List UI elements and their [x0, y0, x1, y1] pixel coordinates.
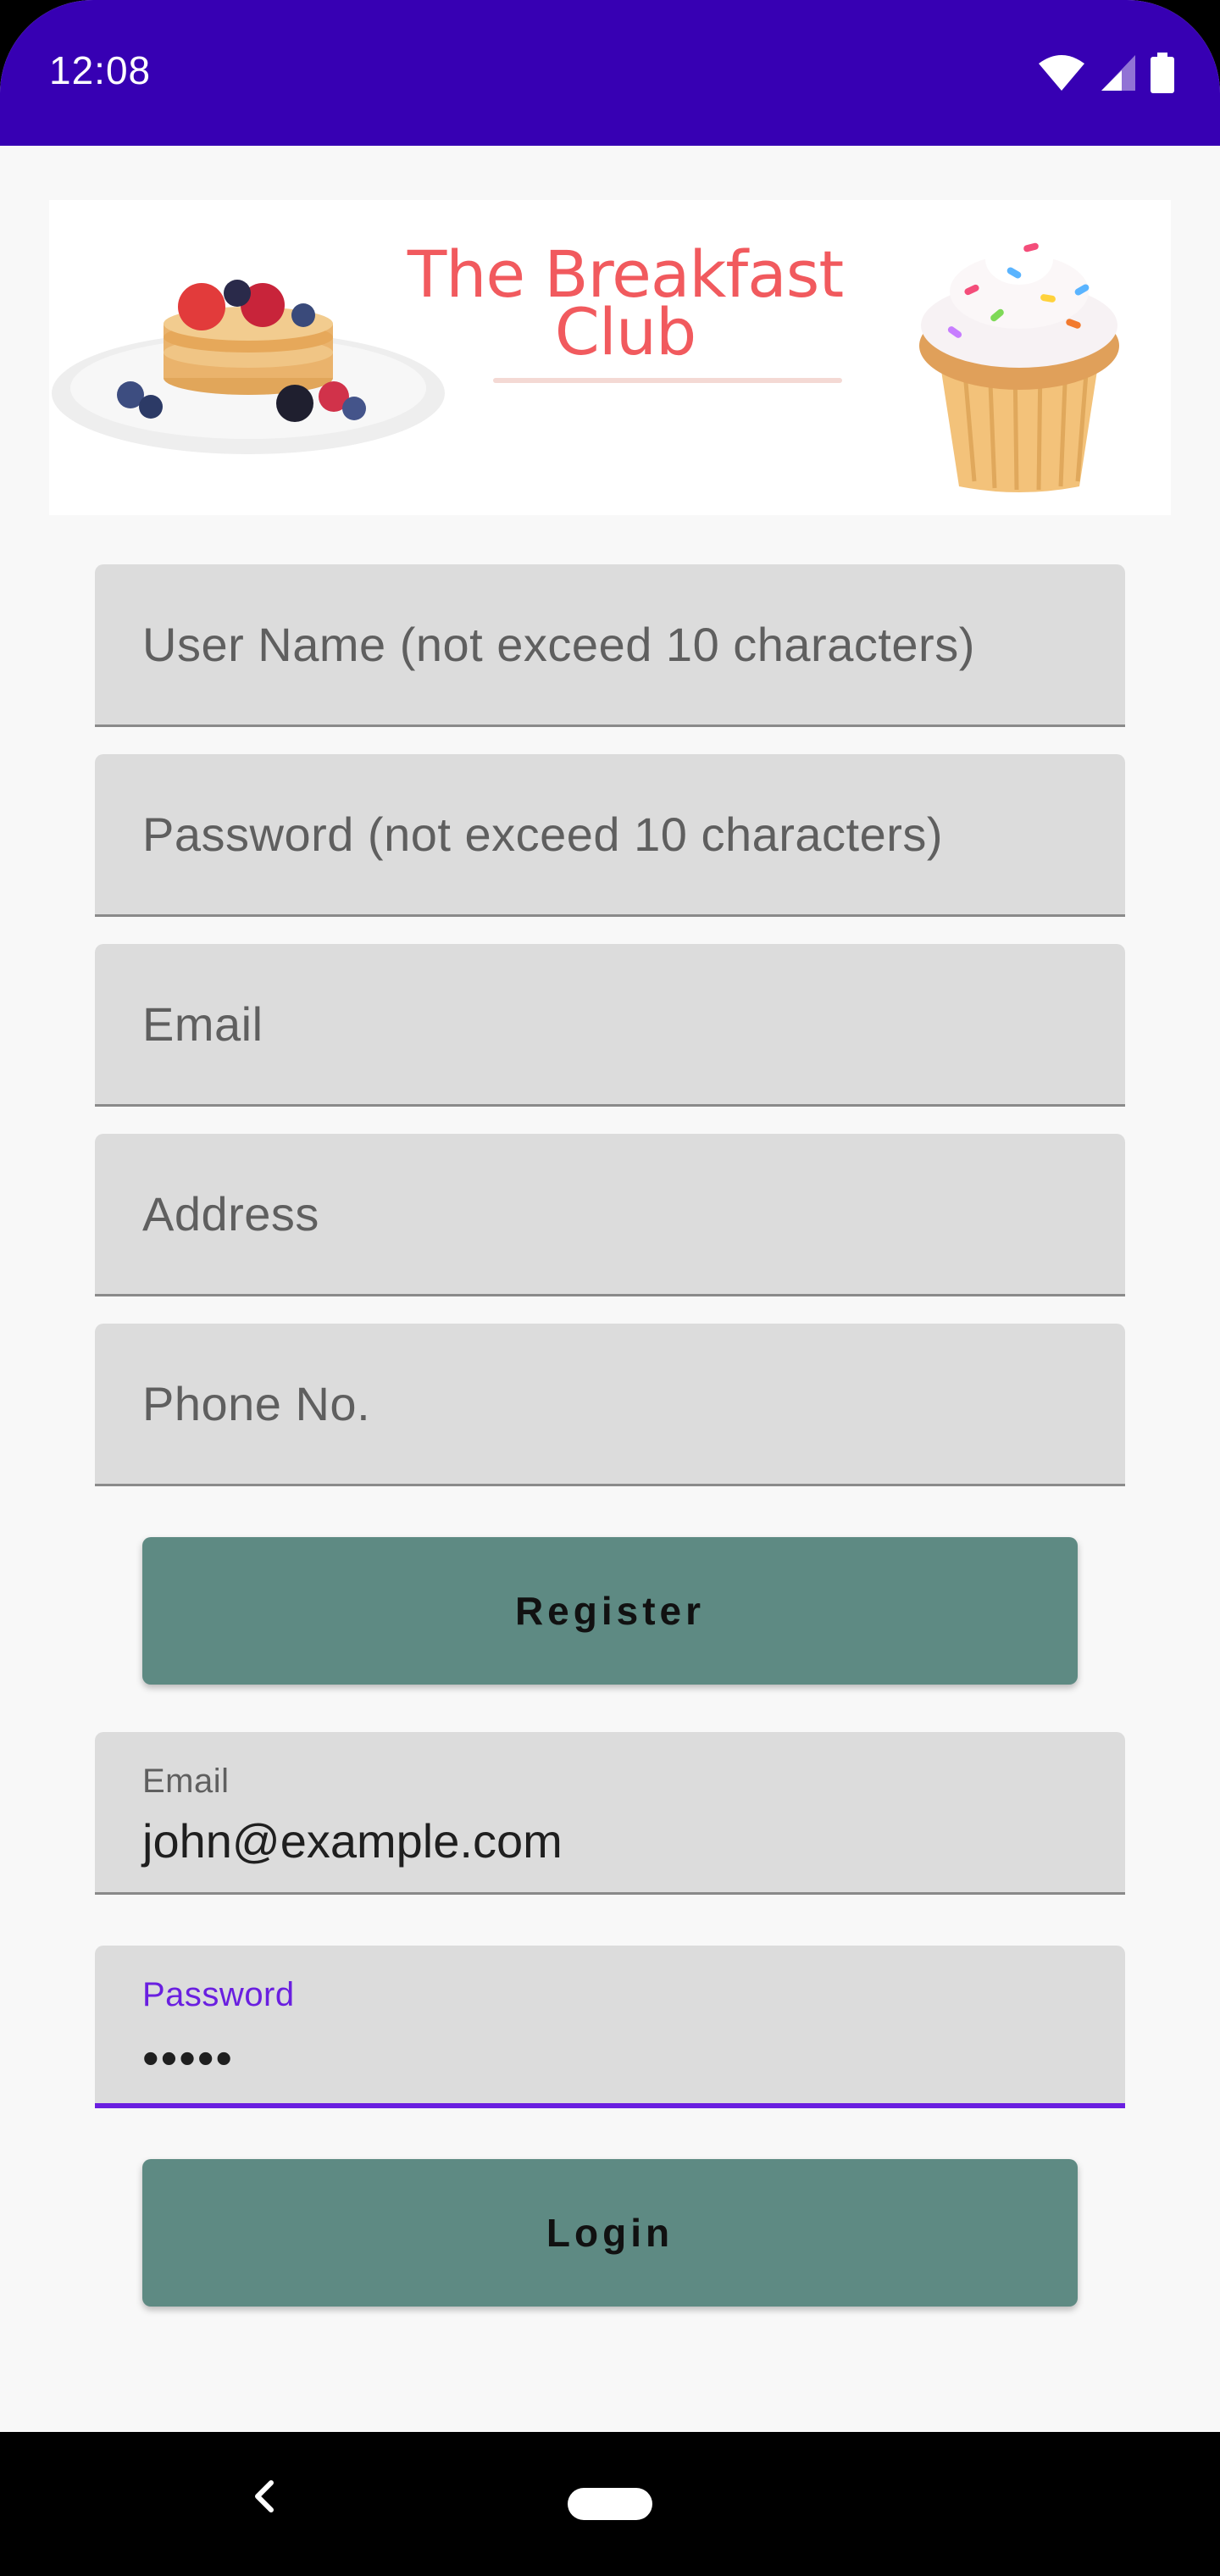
- status-time: 12:08: [49, 48, 152, 92]
- phone-placeholder: Phone No.: [142, 1377, 371, 1430]
- brand-banner: The Breakfast Club: [49, 200, 1171, 515]
- login-email-value: john@example.com: [142, 1814, 563, 1868]
- login-password-label: Password: [142, 1976, 295, 2013]
- home-icon[interactable]: [568, 2488, 652, 2520]
- banner-title-line2: Club: [554, 294, 697, 369]
- login-email-label: Email: [142, 1763, 230, 1800]
- username-placeholder: User Name (not exceed 10 characters): [142, 618, 975, 671]
- email-field[interactable]: Email: [95, 944, 1125, 1107]
- login-password-field[interactable]: Password •••••: [95, 1946, 1125, 2108]
- login-button[interactable]: Login: [142, 2159, 1078, 2307]
- username-field[interactable]: User Name (not exceed 10 characters): [95, 564, 1125, 727]
- status-bar: 12:08: [0, 0, 1220, 146]
- wifi-icon: [1039, 55, 1084, 91]
- password-placeholder: Password (not exceed 10 characters): [142, 808, 944, 861]
- banner-title: The Breakfast Club: [388, 242, 862, 369]
- back-icon[interactable]: [247, 2471, 278, 2522]
- address-field[interactable]: Address: [95, 1134, 1125, 1296]
- app-screen: 12:08 The Breakfast Club User Name (not …: [0, 0, 1220, 2576]
- login-password-value: •••••: [142, 2031, 235, 2085]
- email-placeholder: Email: [142, 997, 263, 1051]
- register-button[interactable]: Register: [142, 1537, 1078, 1685]
- address-placeholder: Address: [142, 1187, 319, 1241]
- status-icons: [1037, 53, 1174, 93]
- phone-field[interactable]: Phone No.: [95, 1324, 1125, 1486]
- signal-icon: [1101, 55, 1135, 91]
- banner-divider: [493, 378, 842, 383]
- navigation-bar: [0, 2432, 1220, 2576]
- password-field[interactable]: Password (not exceed 10 characters): [95, 754, 1125, 917]
- battery-icon: [1151, 53, 1174, 93]
- cupcake-image: [919, 234, 1119, 492]
- login-email-field[interactable]: Email john@example.com: [95, 1732, 1125, 1895]
